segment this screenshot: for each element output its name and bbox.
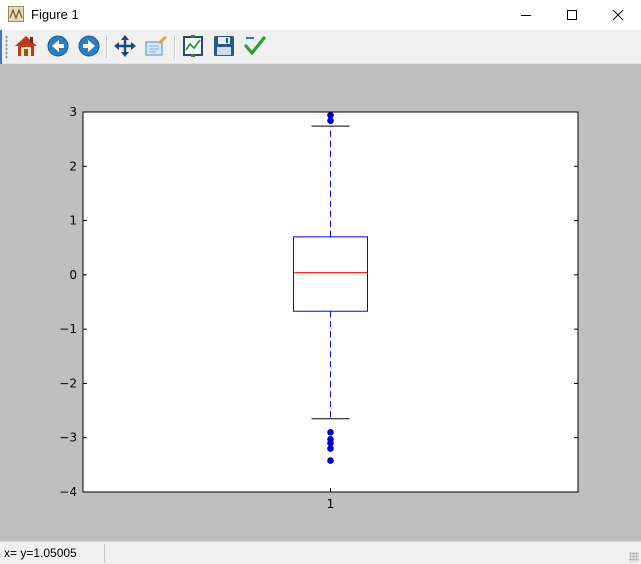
pan-button[interactable] bbox=[112, 33, 138, 59]
subplots-button[interactable] bbox=[180, 33, 206, 59]
figure-canvas[interactable]: −4 −3 −2 −1 0 1 2 3 1 bbox=[0, 64, 641, 541]
home-button[interactable] bbox=[13, 33, 39, 59]
outlier-point bbox=[327, 428, 334, 436]
forward-button[interactable] bbox=[76, 33, 102, 59]
maximize-button[interactable] bbox=[549, 0, 595, 30]
y-tick-label: 3 bbox=[69, 105, 77, 119]
minimize-icon bbox=[521, 15, 531, 16]
y-tick-label: −4 bbox=[59, 485, 77, 499]
toolbar-grip[interactable] bbox=[5, 35, 8, 59]
y-tick-label: −3 bbox=[59, 431, 77, 445]
save-button[interactable] bbox=[211, 33, 237, 59]
close-icon bbox=[612, 9, 624, 21]
outlier-point bbox=[327, 445, 334, 452]
edit-checkmark-icon bbox=[244, 36, 266, 55]
resize-grip[interactable] bbox=[629, 552, 639, 562]
toolbar-separator bbox=[106, 35, 108, 58]
pan-move-icon bbox=[114, 35, 136, 57]
window-title: Figure 1 bbox=[31, 7, 79, 22]
y-tick-label: −1 bbox=[59, 322, 77, 336]
edit-button[interactable] bbox=[242, 33, 268, 59]
y-tick-label: 0 bbox=[69, 268, 77, 282]
back-arrow-icon bbox=[47, 35, 69, 57]
save-floppy-icon bbox=[214, 36, 234, 56]
close-button[interactable] bbox=[595, 0, 641, 30]
cursor-coordinates: x= y=1.05005 bbox=[4, 546, 77, 560]
back-button[interactable] bbox=[45, 33, 71, 59]
zoom-rect-icon bbox=[145, 36, 167, 56]
status-separator bbox=[104, 544, 105, 562]
outlier-point bbox=[327, 117, 334, 124]
forward-arrow-icon bbox=[78, 35, 100, 57]
home-icon bbox=[15, 36, 37, 56]
minimize-button[interactable] bbox=[503, 0, 549, 30]
status-bar: x= y=1.05005 bbox=[0, 541, 641, 564]
outlier-point bbox=[327, 457, 334, 464]
title-bar[interactable]: Figure 1 bbox=[0, 0, 641, 30]
subplots-configure-icon bbox=[183, 35, 203, 57]
y-tick-label: 1 bbox=[69, 214, 77, 228]
zoom-button[interactable] bbox=[143, 33, 169, 59]
toolbar-separator bbox=[174, 35, 176, 58]
figure-app-icon bbox=[8, 6, 24, 22]
maximize-icon bbox=[567, 10, 577, 20]
boxplot-chart[interactable]: −4 −3 −2 −1 0 1 2 3 1 bbox=[0, 64, 641, 541]
x-tick-label: 1 bbox=[327, 497, 335, 511]
y-tick-label: 2 bbox=[69, 159, 77, 173]
toolbar bbox=[0, 30, 641, 64]
y-tick-label: −2 bbox=[59, 376, 77, 390]
